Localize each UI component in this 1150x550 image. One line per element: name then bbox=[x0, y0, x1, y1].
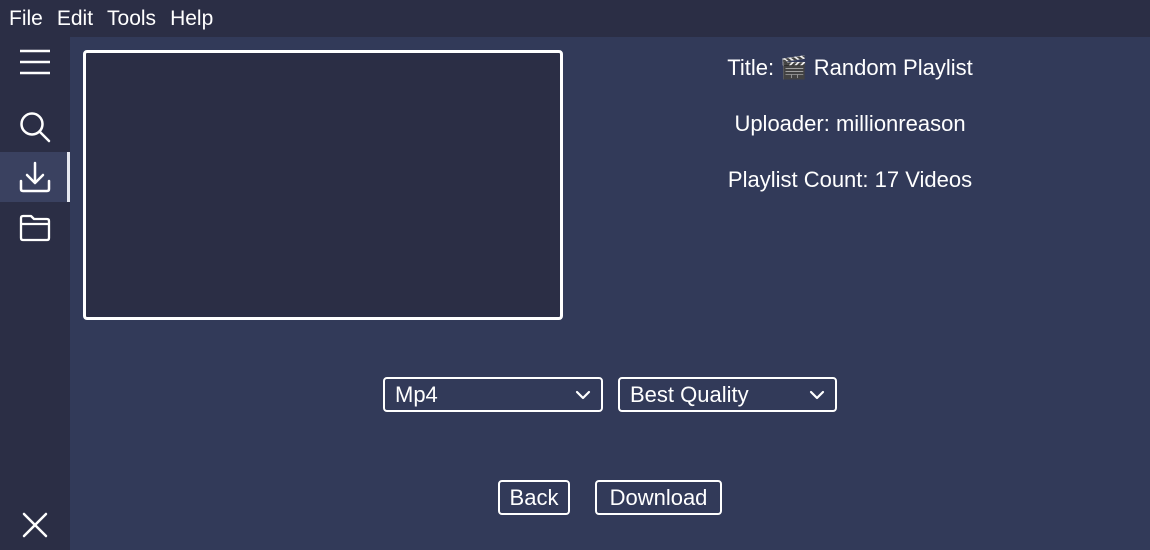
sidebar-menu-button[interactable] bbox=[0, 37, 70, 87]
title-line: Title: 🎬 Random Playlist bbox=[650, 53, 1050, 83]
main-content: Title: 🎬 Random Playlist Uploader: milli… bbox=[70, 37, 1150, 550]
title-value: Random Playlist bbox=[813, 55, 973, 80]
sidebar-search-button[interactable] bbox=[0, 102, 70, 152]
uploader-line: Uploader: millionreason bbox=[734, 111, 966, 136]
download-icon bbox=[19, 161, 51, 193]
playlist-count-line: Playlist Count: 17 Videos bbox=[727, 167, 973, 192]
sidebar-folder-button[interactable] bbox=[0, 203, 70, 253]
hamburger-menu-icon bbox=[20, 49, 50, 75]
sidebar-download-button[interactable] bbox=[0, 152, 70, 202]
back-button[interactable]: Back bbox=[498, 480, 570, 515]
menu-help[interactable]: Help bbox=[170, 0, 213, 37]
chevron-down-icon bbox=[575, 390, 591, 400]
chevron-down-icon bbox=[809, 390, 825, 400]
menu-bar: File Edit Tools Help bbox=[0, 0, 1150, 37]
search-icon bbox=[20, 112, 51, 143]
sidebar bbox=[0, 37, 70, 550]
format-select[interactable]: Mp4 bbox=[383, 377, 603, 412]
format-select-value: Mp4 bbox=[395, 381, 438, 407]
title-label: Title: bbox=[727, 55, 775, 80]
folder-icon bbox=[19, 214, 51, 242]
clapperboard-icon: 🎬 bbox=[780, 55, 808, 80]
download-button[interactable]: Download bbox=[595, 480, 722, 515]
sidebar-close-button[interactable] bbox=[0, 500, 70, 550]
menu-edit[interactable]: Edit bbox=[57, 0, 93, 37]
quality-select-value: Best Quality bbox=[630, 381, 749, 407]
quality-select[interactable]: Best Quality bbox=[618, 377, 837, 412]
close-icon bbox=[22, 512, 48, 538]
thumbnail-preview bbox=[83, 50, 563, 320]
menu-tools[interactable]: Tools bbox=[107, 0, 156, 37]
menu-file[interactable]: File bbox=[9, 0, 43, 37]
